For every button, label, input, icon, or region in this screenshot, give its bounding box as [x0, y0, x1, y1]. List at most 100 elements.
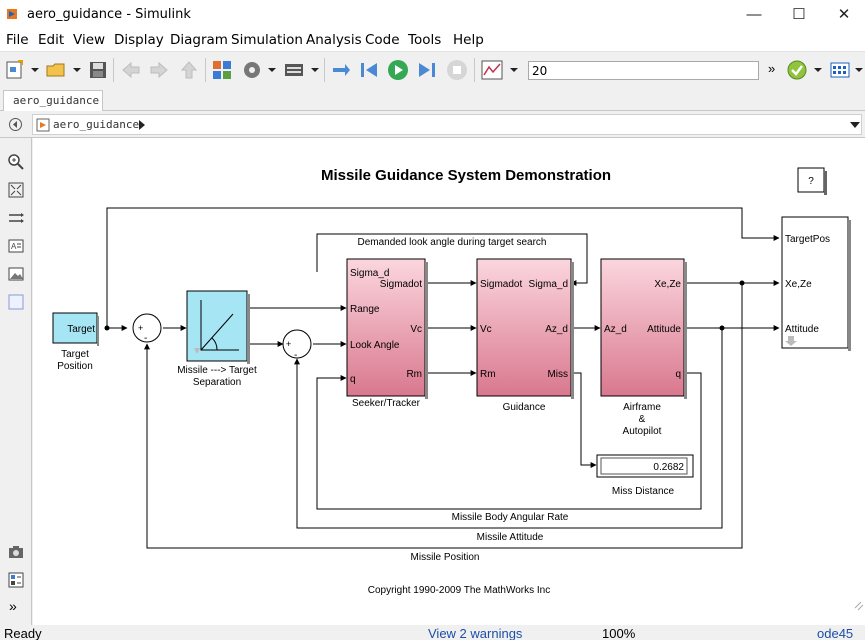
new-model-icon[interactable]: [4, 59, 26, 81]
screenshot-icon[interactable]: [7, 543, 25, 561]
menu-view[interactable]: View: [73, 32, 105, 48]
simulink-app-icon: [7, 9, 17, 19]
open-dropdown[interactable]: [73, 68, 81, 72]
seeker-out-rm: Rm: [406, 369, 422, 380]
resize-grip-icon[interactable]: [854, 601, 864, 611]
model-advisor-icon[interactable]: [786, 59, 808, 81]
library-browser-icon[interactable]: [211, 59, 233, 81]
target-block[interactable]: Target Target Position: [52, 312, 99, 372]
step-back-icon[interactable]: [358, 59, 380, 81]
help-button[interactable]: ?: [797, 167, 827, 195]
scope-block[interactable]: TargetPos Xe,Ze Attitude: [781, 216, 851, 351]
save-icon[interactable]: [87, 59, 109, 81]
explorer-dropdown[interactable]: [311, 68, 319, 72]
maximize-button[interactable]: ☐: [776, 0, 822, 30]
title-bar: aero_guidance - Simulink — ☐ ✕: [0, 0, 865, 30]
body-rate-signal-label: Missile Body Angular Rate: [452, 512, 569, 523]
guidance-block[interactable]: Sigmadot Vc Rm Sigma_d Az_d Miss Guidanc…: [476, 258, 574, 413]
seeker-tracker-block[interactable]: Sigma_d Range Look Angle q Sigmadot Vc R…: [346, 258, 428, 409]
copyright-note: Copyright 1990-2009 The MathWorks Inc: [368, 585, 551, 596]
hide-explorer-icon[interactable]: [8, 117, 23, 132]
sum1-block[interactable]: + -: [132, 313, 162, 344]
toolbar-separator: [205, 58, 206, 82]
route-lines-icon[interactable]: [7, 209, 25, 227]
position-signal-label: Missile Position: [411, 552, 480, 563]
target-port-label: Target: [67, 324, 95, 335]
model-config-icon[interactable]: [241, 59, 263, 81]
airframe-autopilot-block[interactable]: Az_d Xe,Ze Attitude q Airframe & Autopilot: [600, 258, 687, 437]
up-icon[interactable]: [178, 59, 200, 81]
stop-icon[interactable]: [446, 59, 468, 81]
config-dropdown[interactable]: [268, 68, 276, 72]
menu-file[interactable]: File: [6, 32, 29, 48]
menu-simulation[interactable]: Simulation: [231, 32, 303, 48]
area-icon[interactable]: [7, 293, 25, 311]
scope-icon[interactable]: [481, 59, 503, 81]
minimize-button[interactable]: —: [731, 0, 777, 30]
back-icon[interactable]: [120, 59, 142, 81]
image-icon[interactable]: [7, 265, 25, 283]
breadcrumb-arrow-icon[interactable]: [138, 120, 146, 130]
zoom-level: 100%: [602, 626, 636, 640]
diagram-canvas[interactable]: Missile Guidance System Demonstration ?: [33, 138, 865, 625]
menu-help[interactable]: Help: [453, 32, 484, 48]
menu-edit[interactable]: Edit: [38, 32, 64, 48]
separation-label: Missile ---> Target Separation: [177, 365, 257, 388]
zoom-icon[interactable]: [7, 153, 25, 171]
miss-distance-label: Miss Distance: [612, 486, 675, 497]
breadcrumb: aero_guidance: [32, 114, 862, 135]
run-icon[interactable]: [387, 59, 409, 81]
menu-diagram[interactable]: Diagram: [170, 32, 228, 48]
advisor-dropdown[interactable]: [814, 68, 822, 72]
menu-analysis[interactable]: Analysis: [306, 32, 362, 48]
more-icon[interactable]: »: [768, 61, 775, 76]
model-explorer-icon[interactable]: [283, 59, 305, 81]
attitude-signal-label: Missile Attitude: [477, 532, 544, 543]
toolbar: »: [0, 51, 865, 89]
refresh-icon[interactable]: [330, 59, 352, 81]
breadcrumb-model[interactable]: aero_guidance: [53, 118, 139, 131]
stop-time-field[interactable]: [528, 61, 759, 80]
sum2-block[interactable]: + -: [282, 329, 312, 361]
menu-display[interactable]: Display: [114, 32, 164, 48]
miss-distance-display[interactable]: 0.2682 Miss Distance: [596, 454, 694, 497]
guidance-out-miss: Miss: [547, 369, 568, 380]
seeker-out-sigmadot: Sigmadot: [380, 279, 422, 290]
svg-text:A: A: [11, 242, 17, 251]
close-button[interactable]: ✕: [821, 0, 865, 30]
menu-bar: File Edit View Display Diagram Simulatio…: [0, 30, 865, 51]
open-icon[interactable]: [45, 59, 67, 81]
sum1-minus: -: [144, 333, 147, 344]
seeker-in-look-angle: Look Angle: [350, 340, 400, 351]
tab-aero-guidance[interactable]: aero_guidance: [3, 90, 103, 111]
seeker-out-vc: Vc: [410, 324, 422, 335]
airframe-label-line3: Autopilot: [623, 426, 662, 437]
warnings-link[interactable]: View 2 warnings: [428, 626, 522, 640]
block-diagram: Missile Guidance System Demonstration ?: [52, 167, 864, 611]
guidance-out-azd: Az_d: [545, 324, 568, 335]
separation-block[interactable]: Missile ---> Target Separation: [177, 290, 257, 388]
menu-tools[interactable]: Tools: [408, 32, 441, 48]
airframe-in-azd: Az_d: [604, 324, 627, 335]
build-dropdown[interactable]: [855, 68, 863, 72]
scope-dropdown[interactable]: [510, 68, 518, 72]
model-browser-icon[interactable]: [7, 571, 25, 589]
menu-code[interactable]: Code: [365, 32, 400, 48]
step-forward-icon[interactable]: [416, 59, 438, 81]
airframe-label-line1: Airframe: [623, 402, 661, 413]
seeker-in-range: Range: [350, 304, 380, 315]
build-icon[interactable]: [829, 59, 851, 81]
fit-to-view-icon[interactable]: [7, 181, 25, 199]
status-bar: Ready View 2 warnings 100% ode45: [0, 625, 865, 640]
expand-palette-icon[interactable]: »: [9, 598, 17, 614]
new-dropdown[interactable]: [31, 68, 39, 72]
forward-icon[interactable]: [148, 59, 170, 81]
annotation-icon[interactable]: A: [7, 237, 25, 255]
miss-distance-value: 0.2682: [653, 462, 684, 473]
status-state: Ready: [4, 626, 42, 640]
guidance-out-sigma: Sigma_d: [529, 279, 568, 290]
chevron-down-icon[interactable]: [850, 122, 860, 128]
sum2-minus: -: [294, 350, 297, 361]
target-label-line2: Position: [57, 361, 93, 372]
solver-link[interactable]: ode45: [817, 626, 853, 640]
